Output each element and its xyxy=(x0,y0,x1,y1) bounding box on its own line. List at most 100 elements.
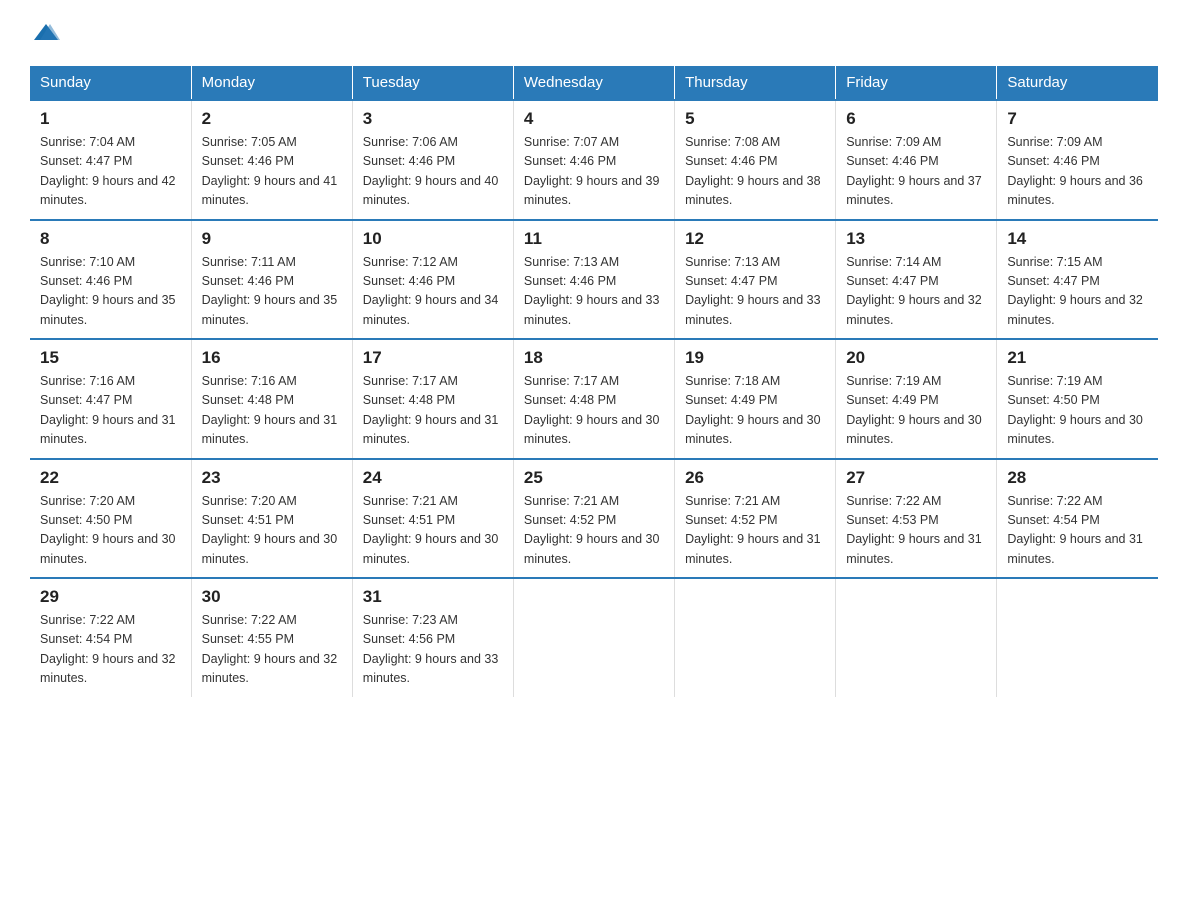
day-info: Sunrise: 7:22 AMSunset: 4:55 PMDaylight:… xyxy=(202,611,342,689)
day-number: 3 xyxy=(363,109,503,129)
calendar-cell: 2Sunrise: 7:05 AMSunset: 4:46 PMDaylight… xyxy=(191,100,352,220)
calendar-cell: 23 Sunrise: 7:20 AMSunset: 4:51 PMDayligh… xyxy=(191,459,352,579)
calendar-cell: 8 Sunrise: 7:10 AMSunset: 4:46 PMDaylight… xyxy=(30,220,191,340)
day-info: Sunrise: 7:14 AMSunset: 4:47 PMDaylight:… xyxy=(846,253,986,331)
calendar-cell: 31Sunrise: 7:23 AMSunset: 4:56 PMDayligh… xyxy=(352,578,513,697)
day-info: Sunrise: 7:13 AMSunset: 4:46 PMDaylight:… xyxy=(524,253,664,331)
day-info: Sunrise: 7:22 AMSunset: 4:53 PMDaylight:… xyxy=(846,492,986,570)
day-info: Sunrise: 7:23 AMSunset: 4:56 PMDaylight:… xyxy=(363,611,503,689)
day-info: Sunrise: 7:07 AMSunset: 4:46 PMDaylight:… xyxy=(524,133,664,211)
calendar-cell: 20 Sunrise: 7:19 AMSunset: 4:49 PMDayligh… xyxy=(836,339,997,459)
day-number: 28 xyxy=(1007,468,1148,488)
day-info: Sunrise: 7:22 AMSunset: 4:54 PMDaylight:… xyxy=(1007,492,1148,570)
day-number: 1 xyxy=(40,109,181,129)
day-number: 24 xyxy=(363,468,503,488)
day-info: Sunrise: 7:04 AMSunset: 4:47 PMDaylight:… xyxy=(40,133,181,211)
calendar-week-row: 15Sunrise: 7:16 AMSunset: 4:47 PMDayligh… xyxy=(30,339,1158,459)
day-info: Sunrise: 7:18 AMSunset: 4:49 PMDaylight:… xyxy=(685,372,825,450)
calendar-body: 1 Sunrise: 7:04 AMSunset: 4:47 PMDaylight… xyxy=(30,100,1158,697)
day-number: 11 xyxy=(524,229,664,249)
calendar-cell: 15Sunrise: 7:16 AMSunset: 4:47 PMDayligh… xyxy=(30,339,191,459)
day-info: Sunrise: 7:09 AMSunset: 4:46 PMDaylight:… xyxy=(846,133,986,211)
calendar-cell: 30 Sunrise: 7:22 AMSunset: 4:55 PMDayligh… xyxy=(191,578,352,697)
page-header xyxy=(30,20,1158,48)
day-number: 22 xyxy=(40,468,181,488)
calendar-cell xyxy=(997,578,1158,697)
day-info: Sunrise: 7:10 AMSunset: 4:46 PMDaylight:… xyxy=(40,253,181,331)
day-number: 20 xyxy=(846,348,986,368)
calendar-cell: 9Sunrise: 7:11 AMSunset: 4:46 PMDaylight… xyxy=(191,220,352,340)
day-number: 26 xyxy=(685,468,825,488)
day-info: Sunrise: 7:15 AMSunset: 4:47 PMDaylight:… xyxy=(1007,253,1148,331)
calendar-week-row: 29 Sunrise: 7:22 AMSunset: 4:54 PMDayligh… xyxy=(30,578,1158,697)
day-number: 8 xyxy=(40,229,181,249)
day-info: Sunrise: 7:05 AMSunset: 4:46 PMDaylight:… xyxy=(202,133,342,211)
day-number: 15 xyxy=(40,348,181,368)
day-info: Sunrise: 7:21 AMSunset: 4:52 PMDaylight:… xyxy=(524,492,664,570)
calendar-cell: 11 Sunrise: 7:13 AMSunset: 4:46 PMDayligh… xyxy=(513,220,674,340)
calendar-cell xyxy=(513,578,674,697)
day-info: Sunrise: 7:16 AMSunset: 4:48 PMDaylight:… xyxy=(202,372,342,450)
calendar-cell: 5 Sunrise: 7:08 AMSunset: 4:46 PMDaylight… xyxy=(675,100,836,220)
calendar-table: SundayMondayTuesdayWednesdayThursdayFrid… xyxy=(30,66,1158,697)
calendar-cell: 18 Sunrise: 7:17 AMSunset: 4:48 PMDayligh… xyxy=(513,339,674,459)
calendar-cell: 21 Sunrise: 7:19 AMSunset: 4:50 PMDayligh… xyxy=(997,339,1158,459)
day-number: 4 xyxy=(524,109,664,129)
calendar-cell xyxy=(836,578,997,697)
day-number: 27 xyxy=(846,468,986,488)
day-number: 6 xyxy=(846,109,986,129)
calendar-cell: 6 Sunrise: 7:09 AMSunset: 4:46 PMDaylight… xyxy=(836,100,997,220)
day-info: Sunrise: 7:08 AMSunset: 4:46 PMDaylight:… xyxy=(685,133,825,211)
day-number: 12 xyxy=(685,229,825,249)
calendar-cell: 13 Sunrise: 7:14 AMSunset: 4:47 PMDayligh… xyxy=(836,220,997,340)
day-number: 10 xyxy=(363,229,503,249)
day-header-friday: Friday xyxy=(836,66,997,100)
calendar-cell: 19 Sunrise: 7:18 AMSunset: 4:49 PMDayligh… xyxy=(675,339,836,459)
calendar-cell: 26 Sunrise: 7:21 AMSunset: 4:52 PMDayligh… xyxy=(675,459,836,579)
day-number: 13 xyxy=(846,229,986,249)
day-info: Sunrise: 7:09 AMSunset: 4:46 PMDaylight:… xyxy=(1007,133,1148,211)
day-number: 25 xyxy=(524,468,664,488)
calendar-cell: 22 Sunrise: 7:20 AMSunset: 4:50 PMDayligh… xyxy=(30,459,191,579)
calendar-cell: 14 Sunrise: 7:15 AMSunset: 4:47 PMDayligh… xyxy=(997,220,1158,340)
day-info: Sunrise: 7:22 AMSunset: 4:54 PMDaylight:… xyxy=(40,611,181,689)
day-number: 7 xyxy=(1007,109,1148,129)
day-number: 14 xyxy=(1007,229,1148,249)
day-info: Sunrise: 7:21 AMSunset: 4:52 PMDaylight:… xyxy=(685,492,825,570)
logo xyxy=(30,20,60,48)
calendar-cell: 12Sunrise: 7:13 AMSunset: 4:47 PMDayligh… xyxy=(675,220,836,340)
day-number: 18 xyxy=(524,348,664,368)
calendar-cell: 10 Sunrise: 7:12 AMSunset: 4:46 PMDayligh… xyxy=(352,220,513,340)
day-number: 16 xyxy=(202,348,342,368)
day-number: 30 xyxy=(202,587,342,607)
day-info: Sunrise: 7:20 AMSunset: 4:50 PMDaylight:… xyxy=(40,492,181,570)
calendar-cell: 28 Sunrise: 7:22 AMSunset: 4:54 PMDayligh… xyxy=(997,459,1158,579)
day-number: 5 xyxy=(685,109,825,129)
day-header-sunday: Sunday xyxy=(30,66,191,100)
day-header-monday: Monday xyxy=(191,66,352,100)
day-number: 29 xyxy=(40,587,181,607)
calendar-week-row: 8 Sunrise: 7:10 AMSunset: 4:46 PMDaylight… xyxy=(30,220,1158,340)
day-number: 21 xyxy=(1007,348,1148,368)
day-info: Sunrise: 7:19 AMSunset: 4:50 PMDaylight:… xyxy=(1007,372,1148,450)
day-info: Sunrise: 7:17 AMSunset: 4:48 PMDaylight:… xyxy=(524,372,664,450)
calendar-cell: 7 Sunrise: 7:09 AMSunset: 4:46 PMDaylight… xyxy=(997,100,1158,220)
day-info: Sunrise: 7:12 AMSunset: 4:46 PMDaylight:… xyxy=(363,253,503,331)
day-info: Sunrise: 7:17 AMSunset: 4:48 PMDaylight:… xyxy=(363,372,503,450)
day-number: 23 xyxy=(202,468,342,488)
day-number: 17 xyxy=(363,348,503,368)
day-number: 19 xyxy=(685,348,825,368)
calendar-week-row: 1 Sunrise: 7:04 AMSunset: 4:47 PMDaylight… xyxy=(30,100,1158,220)
calendar-cell: 27 Sunrise: 7:22 AMSunset: 4:53 PMDayligh… xyxy=(836,459,997,579)
day-info: Sunrise: 7:19 AMSunset: 4:49 PMDaylight:… xyxy=(846,372,986,450)
day-info: Sunrise: 7:06 AMSunset: 4:46 PMDaylight:… xyxy=(363,133,503,211)
day-info: Sunrise: 7:20 AMSunset: 4:51 PMDaylight:… xyxy=(202,492,342,570)
calendar-cell: 16 Sunrise: 7:16 AMSunset: 4:48 PMDayligh… xyxy=(191,339,352,459)
calendar-cell: 4 Sunrise: 7:07 AMSunset: 4:46 PMDaylight… xyxy=(513,100,674,220)
calendar-cell: 25 Sunrise: 7:21 AMSunset: 4:52 PMDayligh… xyxy=(513,459,674,579)
day-header-saturday: Saturday xyxy=(997,66,1158,100)
day-info: Sunrise: 7:11 AMSunset: 4:46 PMDaylight:… xyxy=(202,253,342,331)
day-header-tuesday: Tuesday xyxy=(352,66,513,100)
calendar-header-row: SundayMondayTuesdayWednesdayThursdayFrid… xyxy=(30,66,1158,100)
calendar-cell: 17 Sunrise: 7:17 AMSunset: 4:48 PMDayligh… xyxy=(352,339,513,459)
